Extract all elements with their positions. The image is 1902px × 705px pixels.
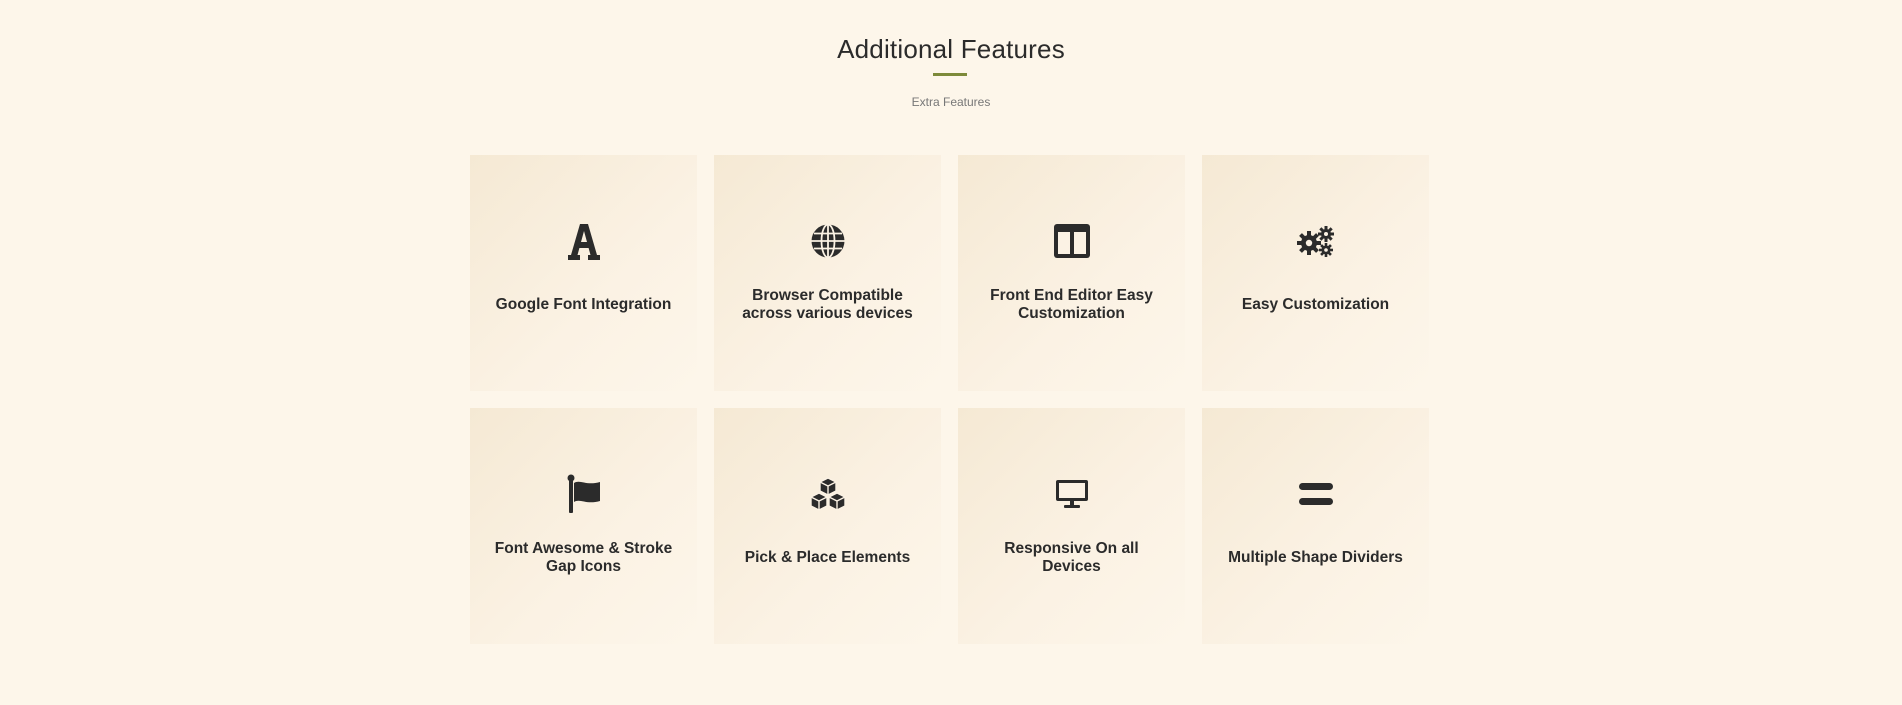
- equals-icon: [1202, 468, 1429, 520]
- feature-label: Font Awesome & Stroke Gap Icons: [494, 540, 673, 575]
- feature-card-font-awesome[interactable]: Font Awesome & Stroke Gap Icons: [470, 408, 697, 644]
- feature-label: Multiple Shape Dividers: [1228, 549, 1403, 566]
- feature-label: Front End Editor Easy Customization: [990, 287, 1153, 322]
- flag-icon: [470, 468, 697, 520]
- feature-card-responsive[interactable]: Responsive On all Devices: [958, 408, 1185, 644]
- globe-icon: [714, 215, 941, 267]
- feature-card-pick-place[interactable]: Pick & Place Elements: [714, 408, 941, 644]
- feature-card-browser-compatible[interactable]: Browser Compatible across various device…: [714, 155, 941, 391]
- section-title: Additional Features: [837, 34, 1065, 64]
- feature-label: Easy Customization: [1241, 296, 1390, 313]
- desktop-icon: [958, 468, 1185, 520]
- columns-icon: [958, 215, 1185, 267]
- feature-label: Pick & Place Elements: [744, 549, 911, 566]
- feature-label: Responsive On all Devices: [1004, 540, 1139, 575]
- feature-card-front-end-editor[interactable]: Front End Editor Easy Customization: [958, 155, 1185, 391]
- feature-card-shape-dividers[interactable]: Multiple Shape Dividers: [1202, 408, 1429, 644]
- features-grid: Google Font Integration Browser Compatib…: [470, 155, 1430, 644]
- feature-label: Browser Compatible across various device…: [742, 287, 913, 322]
- gears-icon: [1202, 215, 1429, 267]
- feature-card-easy-customization[interactable]: Easy Customization: [1202, 155, 1429, 391]
- feature-label: Google Font Integration: [495, 296, 672, 313]
- section-subtitle: Extra Features: [911, 95, 991, 109]
- feature-card-google-font[interactable]: Google Font Integration: [470, 155, 697, 391]
- font-icon: [470, 215, 697, 267]
- cubes-icon: [714, 468, 941, 520]
- title-underline-divider: [933, 73, 967, 76]
